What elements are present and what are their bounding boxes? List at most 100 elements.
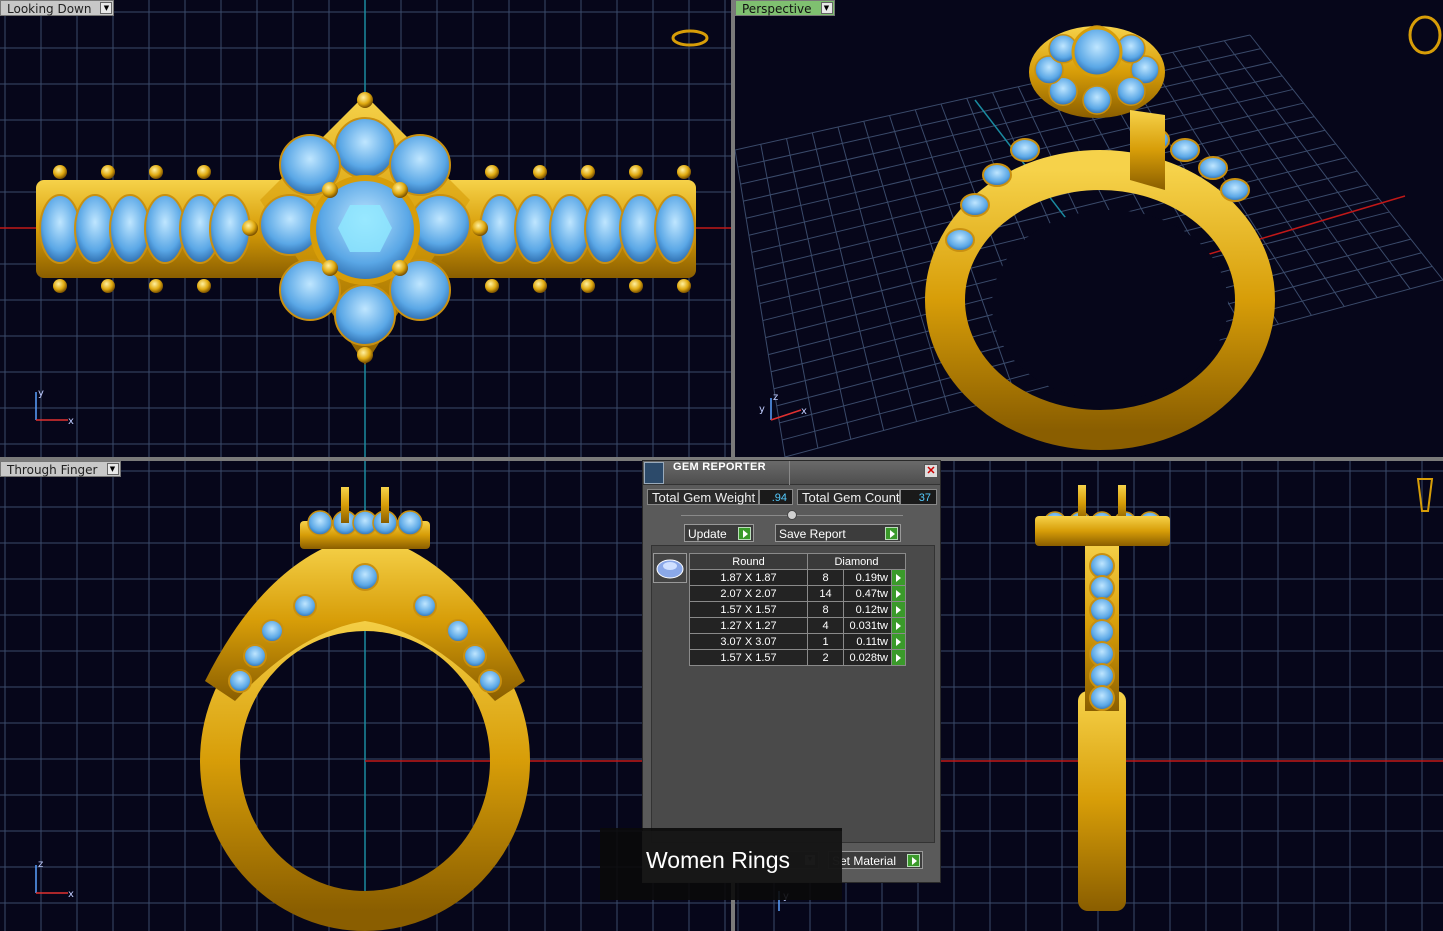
prong-bead [242,220,258,236]
row-select-arrow-icon[interactable] [891,649,906,666]
axis-label-x: x [68,416,74,427]
shank-gem [945,228,975,252]
shoulder-gem [463,644,487,668]
gem-count: 2 [807,649,844,666]
chevron-down-icon[interactable]: ▼ [106,463,119,475]
table-row[interactable]: 1.27 X 1.27 4 0.031tw [689,617,906,634]
table-row[interactable]: 1.87 X 1.87 8 0.19tw [689,569,906,586]
row-select-arrow-icon[interactable] [891,601,906,618]
row-select-arrow-icon[interactable] [891,585,906,602]
axis-label-z: z [773,392,778,403]
prong-bead [357,92,373,108]
shoulder-gem [413,594,437,618]
row-select-arrow-icon[interactable] [891,617,906,634]
total-gem-weight-label: Total Gem Weight [647,489,759,505]
prong-bead [197,165,211,179]
prong-bead [53,165,67,179]
gem-count: 4 [807,617,844,634]
close-icon[interactable]: ✕ [924,464,938,478]
ring-opening [992,210,1228,400]
prong-bead [581,279,595,293]
app-window: y x Looking Down ▼ z y x Perspective ▼ z… [0,0,1443,931]
gallery-gem [351,563,379,591]
prong-bead [357,347,373,363]
caption-text: Women Rings [646,847,791,873]
side-gem [1089,575,1115,601]
splitter-handle[interactable] [787,510,797,520]
axis-label-y: y [759,404,765,415]
side-gem [1089,685,1115,711]
prong-bead [322,182,338,198]
row-select-arrow-icon[interactable] [891,569,906,586]
prong-bead [101,279,115,293]
side-gem [1089,597,1115,623]
perspective-center-stone [1071,26,1123,78]
gem-weight: 0.19tw [843,569,892,586]
shoulder-gem [228,669,252,693]
prong-bead [629,165,643,179]
halo-gem [334,117,396,179]
shank-gem [1170,138,1200,162]
viewport-menu-perspective[interactable]: Perspective ▼ [735,0,835,16]
axis-label-x: x [801,406,807,417]
band-gem [654,194,696,264]
gem-weight: 0.11tw [843,633,892,650]
gem-round-icon [653,553,687,583]
gem-count: 8 [807,569,844,586]
gem-count: 8 [807,601,844,618]
total-gem-count-value: 37 [900,489,937,505]
table-row[interactable]: 1.57 X 1.57 8 0.12tw [689,601,906,618]
table-row[interactable]: 3.07 X 3.07 1 0.11tw [689,633,906,650]
viewport-label-text: Through Finger [7,463,98,477]
row-select-arrow-icon[interactable] [891,633,906,650]
axis-label-y: y [38,388,44,399]
prong [1118,485,1126,521]
viewport-menu-through-finger[interactable]: Through Finger ▼ [0,461,121,477]
table-header-row: Round Diamond [689,553,906,570]
viewport-perspective[interactable]: z y x Perspective ▼ [735,0,1443,457]
shoulder-gem [260,619,284,643]
prong [381,487,389,523]
dialog-title-bar[interactable]: GEM REPORTER ✕ [643,461,940,485]
prong-bead [677,279,691,293]
prong-bead [392,182,408,198]
viewport-label-text: Perspective [742,2,812,16]
viewport-looking-down-canvas[interactable]: y x [0,0,731,457]
prong-bead [677,165,691,179]
prong-bead [472,220,488,236]
view-orientation-icon[interactable] [1408,15,1442,55]
set-material-button[interactable]: Set Material [828,851,923,869]
update-button[interactable]: Update [684,524,754,542]
view-orientation-icon[interactable] [1416,478,1434,512]
side-gem [1089,553,1115,579]
total-gem-count-field: Total Gem Count 37 [797,489,937,505]
gem-size: 1.57 X 1.57 [689,649,808,666]
gem-weight: 0.028tw [843,649,892,666]
viewport-perspective-canvas[interactable]: z y x [735,0,1443,457]
header-shape: Round [689,553,808,570]
halo-side [1035,516,1170,546]
gem-weight: 0.031tw [843,617,892,634]
gem-count: 14 [807,585,844,602]
axis-label-z: z [38,859,43,870]
prong-bead [149,279,163,293]
gem-reporter-dialog[interactable]: GEM REPORTER ✕ Total Gem Weight .94 Tota… [642,460,941,883]
total-gem-weight-field: Total Gem Weight .94 [647,489,793,505]
dialog-title: GEM REPORTER [673,461,766,473]
chevron-down-icon[interactable]: ▼ [100,2,113,14]
viewport-looking-down[interactable]: y x Looking Down ▼ [0,0,731,457]
view-orientation-icon[interactable] [671,29,709,47]
gem-weight: 0.47tw [843,585,892,602]
table-row[interactable]: 2.07 X 2.07 14 0.47tw [689,585,906,602]
save-report-button-label: Save Report [779,527,846,541]
viewport-menu-looking-down[interactable]: Looking Down ▼ [0,0,115,16]
prong-bead [149,165,163,179]
table-row[interactable]: 1.57 X 1.57 2 0.028tw [689,649,906,666]
save-report-button[interactable]: Save Report [775,524,901,542]
viewport-label-text: Looking Down [7,2,92,16]
header-material: Diamond [807,553,906,570]
total-gem-count-label: Total Gem Count [797,489,900,505]
side-gem [1089,641,1115,667]
side-gem [1089,619,1115,645]
chevron-down-icon[interactable]: ▼ [820,2,833,14]
